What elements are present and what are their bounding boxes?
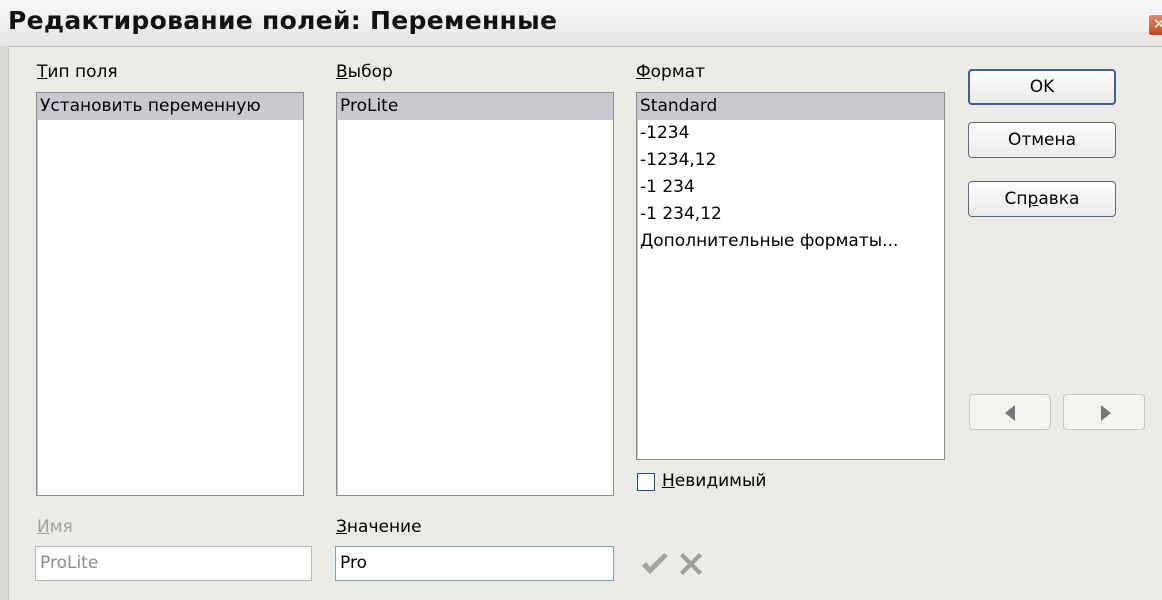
next-button[interactable] bbox=[1063, 394, 1145, 430]
list-item[interactable]: Установить переменную bbox=[37, 93, 303, 120]
check-icon[interactable] bbox=[640, 552, 670, 578]
arrow-right-icon bbox=[1101, 405, 1111, 421]
value-label: Значение bbox=[336, 517, 422, 537]
arrow-left-icon bbox=[1005, 405, 1015, 421]
close-icon[interactable]: ✕ bbox=[1148, 14, 1162, 36]
help-button[interactable]: Справка bbox=[968, 181, 1116, 217]
invisible-label: Невидимый bbox=[662, 471, 767, 491]
list-item[interactable]: -1234,12 bbox=[637, 147, 944, 174]
delete-x-icon[interactable] bbox=[677, 550, 705, 578]
cancel-button[interactable]: Отмена bbox=[968, 122, 1116, 158]
format-label: Формат bbox=[636, 62, 705, 82]
list-item[interactable]: Standard bbox=[637, 93, 944, 120]
list-item[interactable]: Дополнительные форматы... bbox=[637, 228, 944, 255]
selection-list[interactable]: ProLite bbox=[336, 92, 614, 496]
format-list[interactable]: Standard -1234 -1234,12 -1 234 -1 234,12 Допо… bbox=[636, 92, 945, 460]
title-bar: Редактирование полей: Переменные ✕ bbox=[0, 0, 1162, 47]
list-item[interactable]: ProLite bbox=[337, 93, 613, 120]
list-item[interactable]: -1 234 bbox=[637, 174, 944, 201]
list-item[interactable]: -1 234,12 bbox=[637, 201, 944, 228]
ok-button[interactable]: OK bbox=[968, 69, 1116, 105]
list-item[interactable]: -1234 bbox=[637, 120, 944, 147]
value-field[interactable]: Pro bbox=[335, 546, 614, 581]
previous-button[interactable] bbox=[969, 394, 1051, 430]
invisible-checkbox[interactable] bbox=[637, 473, 655, 491]
selection-label: Выбор bbox=[336, 62, 393, 82]
name-field[interactable]: ProLite bbox=[35, 546, 312, 581]
window-border bbox=[0, 46, 9, 600]
field-type-label: Тип поля bbox=[37, 62, 118, 82]
window-title: Редактирование полей: Переменные bbox=[8, 6, 558, 35]
name-label: Имя bbox=[37, 517, 73, 537]
field-type-list[interactable]: Установить переменную bbox=[36, 92, 304, 496]
